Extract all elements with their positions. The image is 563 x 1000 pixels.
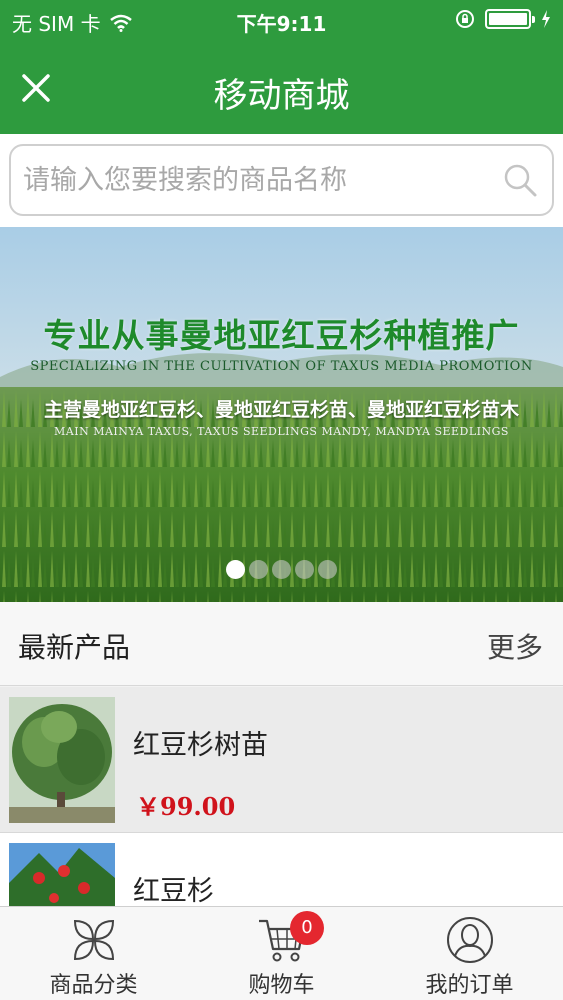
- product-price: ￥99.00: [136, 792, 236, 821]
- nav-bar: 移动商城: [0, 42, 563, 134]
- search-input[interactable]: [23, 156, 493, 204]
- search-icon[interactable]: [500, 160, 540, 200]
- status-bar: 无 SIM 卡 下午9:11: [0, 0, 563, 42]
- battery-icon: [485, 9, 535, 29]
- promo-banner[interactable]: 专业从事曼地亚红豆杉种植推广 SPECIALIZING IN THE CULTI…: [0, 227, 563, 602]
- charging-icon: [542, 10, 550, 28]
- more-link[interactable]: 更多: [487, 626, 543, 666]
- product-item[interactable]: 红豆杉: [0, 833, 563, 913]
- page-title: 移动商城: [213, 76, 350, 116]
- tab-category[interactable]: 商品分类: [0, 907, 187, 1000]
- banner-subtitle: SPECIALIZING IN THE CULTIVATION OF TAXUS…: [30, 359, 533, 374]
- carousel-dot[interactable]: [226, 560, 245, 579]
- section-title: 最新产品: [18, 631, 131, 664]
- product-thumbnail: [9, 843, 115, 912]
- tab-label: 购物车: [248, 973, 315, 998]
- banner-tagline-en: MAIN MAINYA TAXUS, TAXUS SEEDLINGS MANDY…: [54, 425, 509, 438]
- tab-cart[interactable]: 0 购物车: [188, 907, 375, 1000]
- category-icon: [73, 919, 114, 961]
- carousel-dot[interactable]: [318, 560, 337, 579]
- product-thumbnail: [9, 697, 115, 823]
- carousel-dot[interactable]: [249, 560, 268, 579]
- status-right: [455, 9, 551, 29]
- tab-label: 我的订单: [425, 973, 514, 998]
- latest-products-header: 最新产品 更多: [0, 602, 563, 686]
- tab-orders[interactable]: 我的订单: [376, 907, 563, 1000]
- cart-badge: 0: [290, 911, 324, 945]
- tab-label: 商品分类: [49, 973, 138, 998]
- user-icon: [446, 917, 493, 963]
- banner-title: 专业从事曼地亚红豆杉种植推广: [43, 316, 520, 355]
- product-name: 红豆杉树苗: [133, 730, 268, 761]
- rotation-lock-icon: [456, 10, 474, 28]
- carousel-indicator: [0, 560, 563, 579]
- tab-bar: 商品分类 0 购物车 我的订单: [0, 906, 563, 1000]
- carousel-dot[interactable]: [272, 560, 291, 579]
- product-name: 红豆杉: [133, 876, 214, 907]
- carousel-dot[interactable]: [295, 560, 314, 579]
- banner-tagline: 主营曼地亚红豆杉、曼地亚红豆杉苗、曼地亚红豆杉苗木: [43, 399, 519, 421]
- battery-fill: [489, 13, 527, 25]
- search-area: [0, 134, 563, 227]
- product-item[interactable]: 红豆杉树苗 ￥99.00: [0, 687, 563, 833]
- search-box: [9, 144, 554, 216]
